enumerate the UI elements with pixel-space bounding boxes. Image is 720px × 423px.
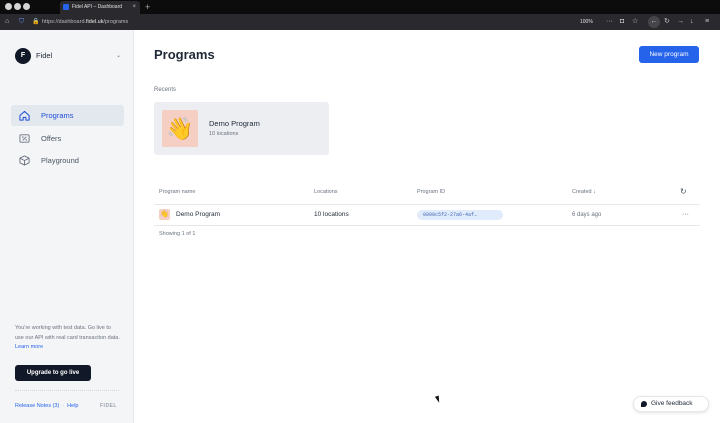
test-data-text: You're working with test data. Go live t… <box>15 325 120 341</box>
home-icon[interactable]: ⌂ <box>5 14 9 30</box>
sidebar-footer-links: Release Notes (3) · Help <box>15 402 78 410</box>
org-switcher[interactable]: F Fidel ⌄ <box>15 48 125 64</box>
offer-tag-icon <box>19 134 30 143</box>
home-icon <box>19 110 30 121</box>
locations-cell: 10 locations <box>314 211 349 218</box>
pagination-summary: Showing 1 of 1 <box>159 231 196 237</box>
recents-label: Recents <box>154 87 177 93</box>
sidebar-item-label: Offers <box>41 134 62 143</box>
program-id-pill[interactable]: 0000c5f2-27a6-4af… <box>417 210 503 220</box>
org-name: Fidel <box>36 51 53 60</box>
program-thumbnail-wave-icon: 👋 <box>162 110 198 147</box>
downloads-icon[interactable]: ↓ <box>690 14 694 30</box>
new-program-button[interactable]: New program <box>639 46 699 63</box>
mouse-cursor-icon <box>434 395 442 404</box>
browser-tab-bar: Fidel API – Dashboard × + <box>0 0 720 14</box>
column-header-program-name[interactable]: Program name <box>159 183 195 201</box>
sidebar-item-label: Playground <box>41 156 79 165</box>
feedback-icon <box>641 401 647 407</box>
menu-icon[interactable]: ≡ <box>705 14 709 30</box>
table-row[interactable]: 👋 Demo Program 10 locations 0000c5f2-27a… <box>154 205 700 225</box>
back-icon[interactable]: ← <box>648 16 660 28</box>
reload-icon[interactable]: ↻ <box>664 14 670 30</box>
url-host: fidel.uk <box>86 19 104 25</box>
tab-title: Fidel API – Dashboard <box>72 4 123 10</box>
recent-program-card[interactable]: 👋 Demo Program 10 locations <box>154 102 329 155</box>
cube-icon <box>19 155 30 166</box>
chevron-down-icon: ⌄ <box>115 53 121 59</box>
help-link[interactable]: Help <box>67 403 78 409</box>
sidebar-item-programs[interactable]: Programs <box>11 105 124 126</box>
test-data-note: You're working with test data. Go live t… <box>15 324 120 353</box>
fidel-logo: FIDEL <box>100 403 117 409</box>
sidebar-divider <box>15 390 119 391</box>
give-feedback-button[interactable]: Give feedback <box>633 396 709 412</box>
recent-program-name: Demo Program <box>209 119 260 128</box>
pocket-icon[interactable]: ◘ <box>620 14 624 30</box>
footer-separator: · <box>62 403 65 409</box>
bookmark-star-icon[interactable]: ☆ <box>632 14 638 30</box>
more-options-icon[interactable]: ··· <box>682 205 689 225</box>
more-actions-icon[interactable]: ··· <box>606 14 613 30</box>
tab-close-icon[interactable]: × <box>132 1 136 14</box>
recent-program-locations: 10 locations <box>209 131 239 137</box>
created-cell: 6 days ago <box>572 212 602 218</box>
give-feedback-label: Give feedback <box>651 400 693 407</box>
page-title: Programs <box>154 47 215 62</box>
learn-more-link[interactable]: Learn more <box>15 344 43 350</box>
lock-icon: 🔒 <box>32 19 40 25</box>
window-minimize-control[interactable] <box>14 3 21 10</box>
fidel-favicon-icon <box>63 4 69 10</box>
release-notes-link[interactable]: Release Notes (3) <box>15 403 59 409</box>
window-maximize-control[interactable] <box>23 3 30 10</box>
window-close-control[interactable] <box>5 3 12 10</box>
org-avatar: F <box>15 48 31 64</box>
url-path: /programs <box>103 19 129 25</box>
sidebar-item-label: Programs <box>41 111 74 120</box>
sidebar-item-offers[interactable]: Offers <box>11 128 124 149</box>
refresh-icon[interactable]: ↻ <box>680 183 687 201</box>
upgrade-button[interactable]: Upgrade to go live <box>15 365 91 381</box>
forward-icon[interactable]: → <box>677 14 684 30</box>
url-bar[interactable]: 🔒 https://dashboard.fidel.uk/programs <box>30 17 590 27</box>
sidebar-item-playground[interactable]: Playground <box>11 150 124 171</box>
program-thumbnail-wave-icon: 👋 <box>159 209 170 220</box>
sidebar: F Fidel ⌄ Programs Offers Playground You… <box>0 30 134 423</box>
column-header-program-id[interactable]: Program ID <box>417 183 445 201</box>
column-header-locations[interactable]: Locations <box>314 183 338 201</box>
new-tab-button[interactable]: + <box>145 0 150 14</box>
shield-icon[interactable]: ⛉ <box>19 14 24 30</box>
program-name-cell: Demo Program <box>176 211 221 218</box>
column-header-created[interactable]: Created ↓ <box>572 183 596 201</box>
browser-nav-bar: ⌂ ⛉ 🔒 https://dashboard.fidel.uk/program… <box>0 14 720 30</box>
table-divider <box>154 225 700 226</box>
zoom-level[interactable]: 100% <box>580 14 593 30</box>
browser-tab[interactable]: Fidel API – Dashboard × <box>60 1 140 14</box>
url-prefix: https://dashboard. <box>42 19 87 25</box>
